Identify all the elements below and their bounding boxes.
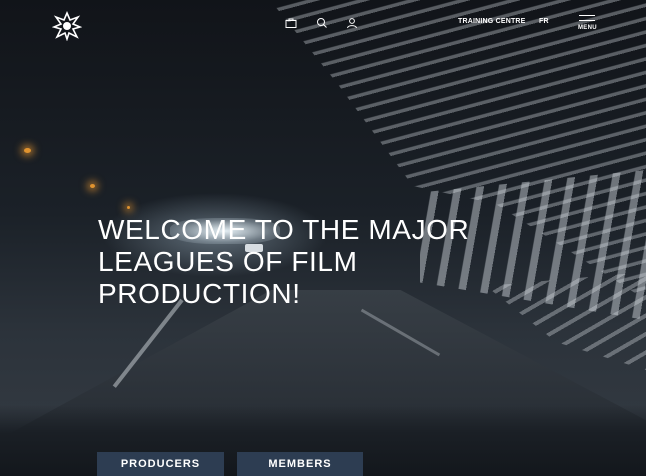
- tunnel-lamp: [90, 184, 95, 188]
- members-button[interactable]: MEMBERS: [237, 452, 363, 476]
- members-button-label: MEMBERS: [268, 458, 332, 470]
- producers-button[interactable]: PRODUCERS: [97, 452, 224, 476]
- tunnel-lamp: [24, 148, 31, 153]
- menu-button[interactable]: MENU: [578, 14, 597, 34]
- hero-headline: WELCOME TO THE MAJOR LEAGUES OF FILM PRO…: [98, 214, 470, 309]
- training-centre-link[interactable]: TRAINING CENTRE: [458, 18, 526, 25]
- menu-bar-bottom: [579, 20, 595, 21]
- union-emblem-logo[interactable]: [51, 10, 83, 42]
- menu-label: MENU: [578, 25, 597, 31]
- site-header: TRAINING CENTRE FR MENU: [0, 0, 646, 50]
- language-toggle[interactable]: FR: [539, 18, 549, 25]
- search-icon[interactable]: [316, 16, 329, 29]
- menu-bar-top: [579, 15, 595, 16]
- briefcase-icon[interactable]: [285, 16, 298, 29]
- user-icon[interactable]: [346, 16, 359, 29]
- tunnel-lamp: [127, 206, 130, 209]
- producers-button-label: PRODUCERS: [120, 458, 201, 470]
